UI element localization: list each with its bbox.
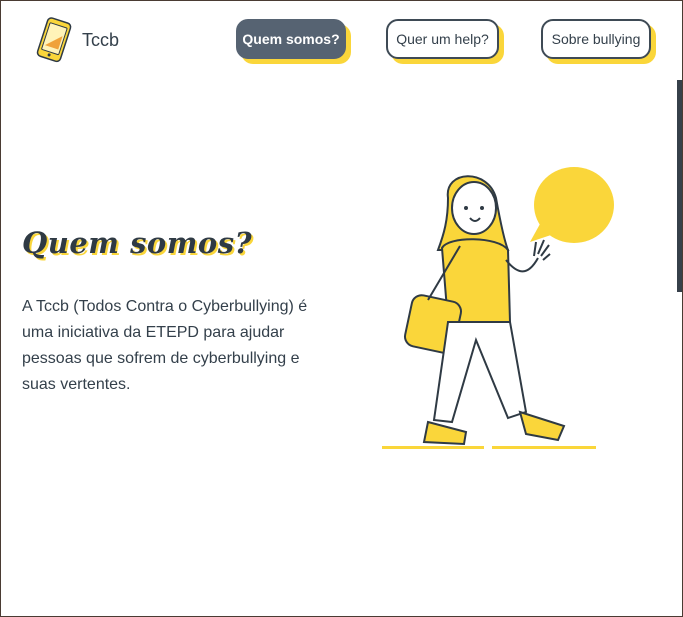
- description-text: A Tccb (Todos Contra o Cyberbullying) é …: [22, 298, 308, 393]
- nav-sobre-bullying-button[interactable]: Sobre bullying: [541, 19, 651, 59]
- phone-logo-icon[interactable]: [34, 16, 76, 64]
- nav-quem-somos-button[interactable]: Quem somos?: [236, 19, 346, 59]
- scrollbar[interactable]: [677, 80, 682, 292]
- page-title: Quem somos?: [22, 226, 253, 260]
- brand-name[interactable]: Tccb: [82, 30, 119, 51]
- girl-illustration: [382, 167, 614, 449]
- nav-quer-um-help-button[interactable]: Quer um help?: [386, 19, 499, 59]
- header: Tccb Quem somos? Quer um help? Sobre bul…: [0, 0, 683, 80]
- speech-bubble-icon: [530, 167, 614, 243]
